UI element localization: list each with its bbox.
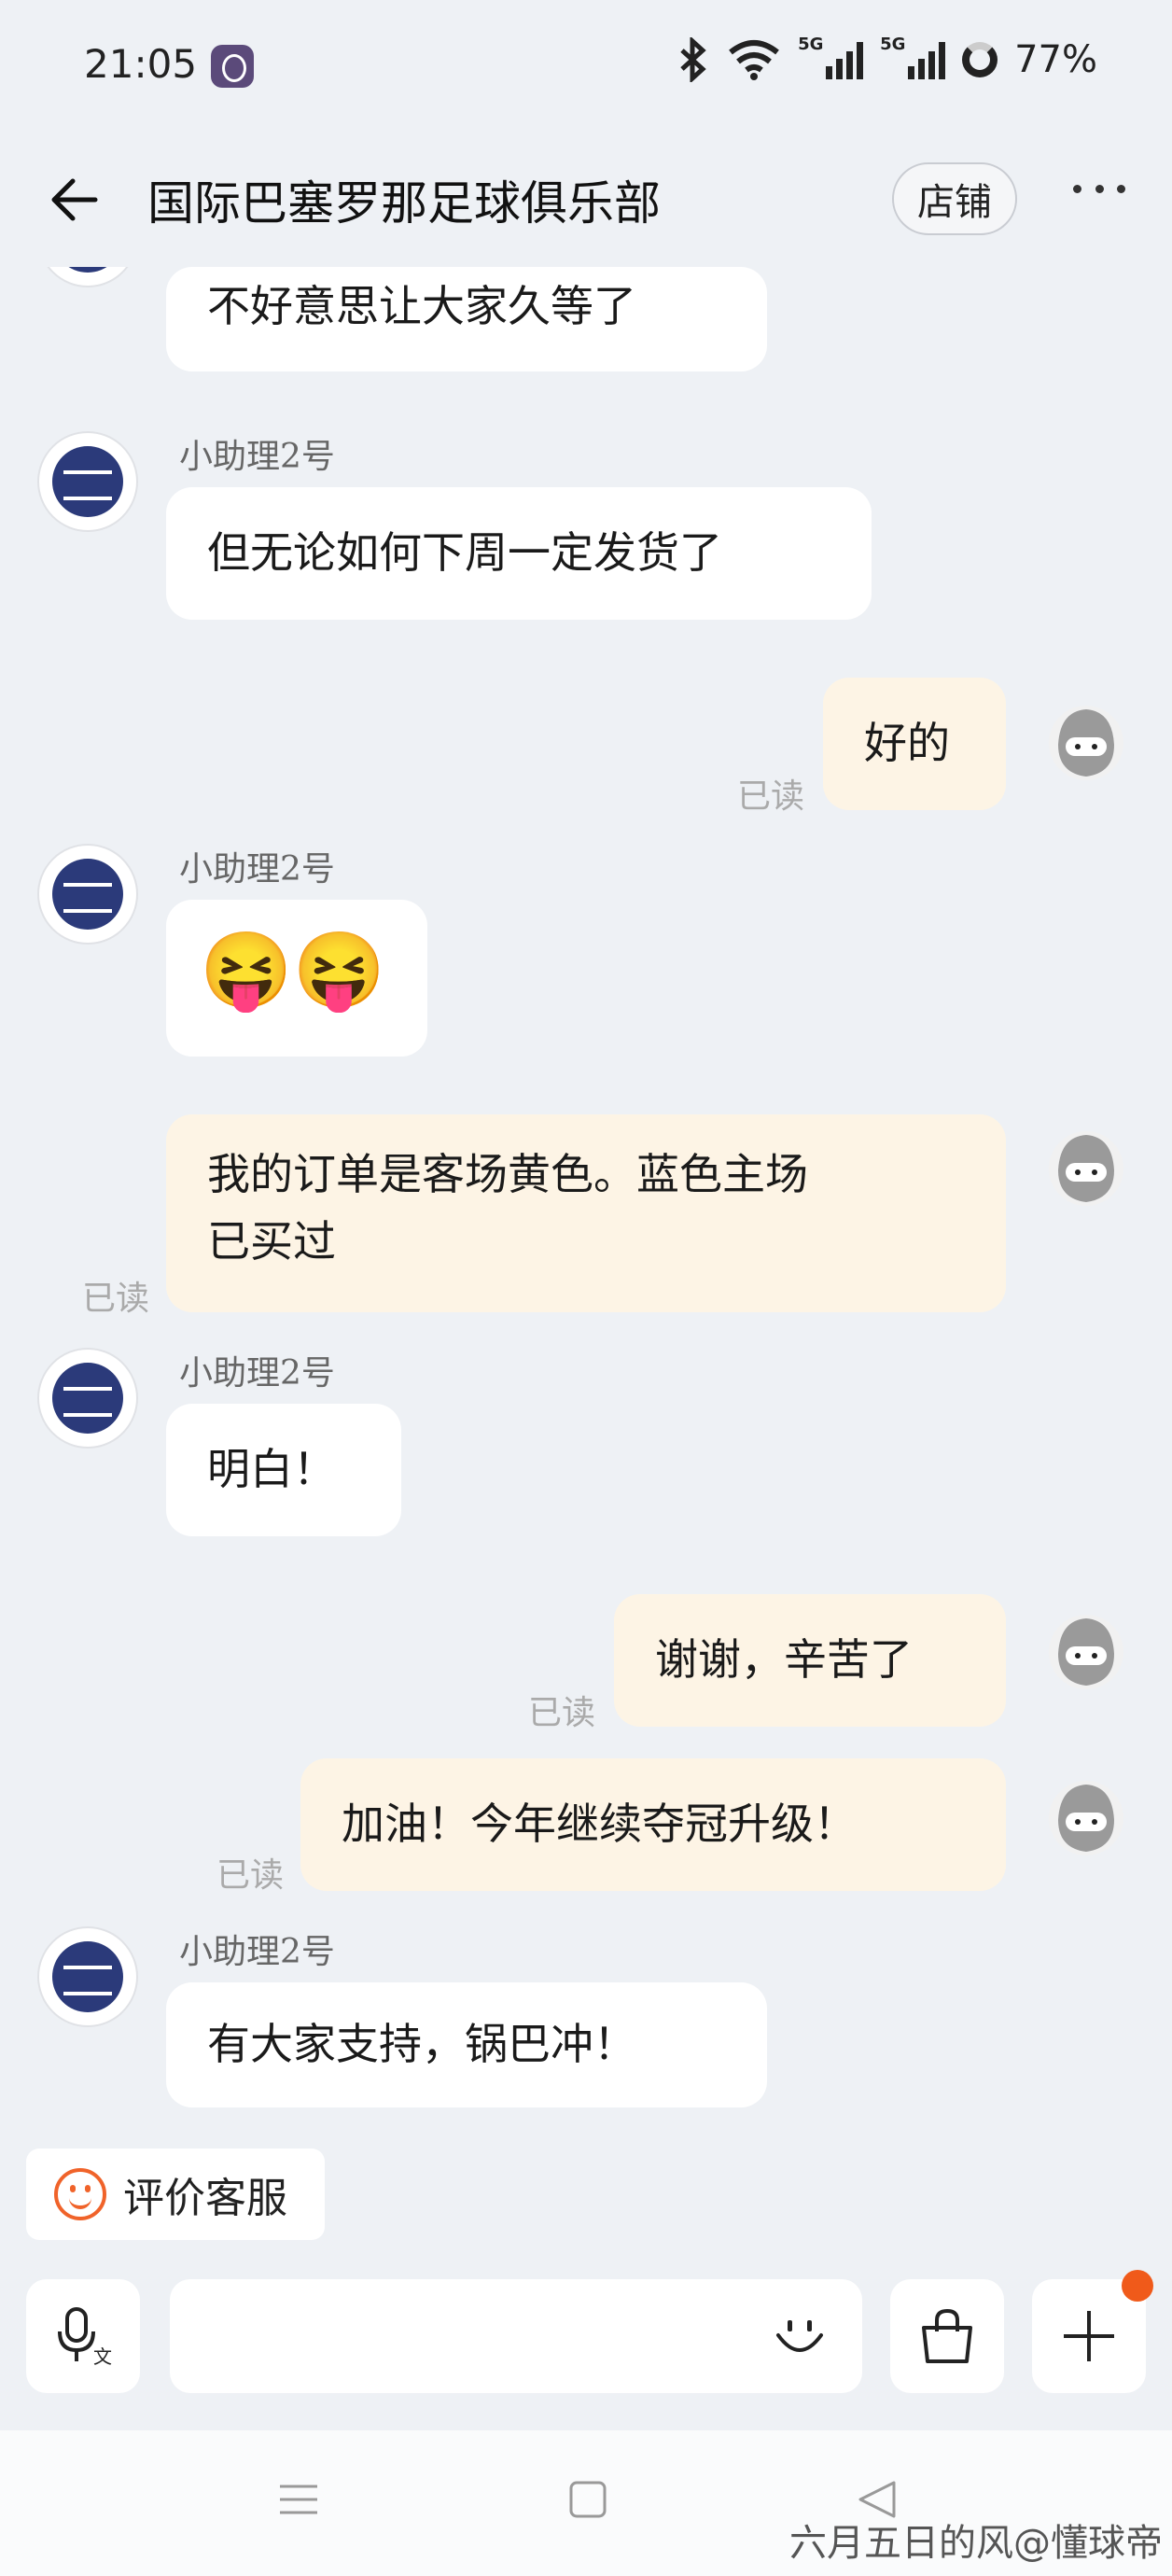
- battery-ring-icon: [962, 42, 998, 77]
- read-status: 已读: [82, 1280, 150, 1318]
- svg-text:文: 文: [93, 2345, 112, 2368]
- chat-header: 国际巴塞罗那足球俱乐部 店铺: [0, 140, 1172, 258]
- message-text: 但无论如何下周一定发货了: [207, 527, 722, 578]
- voice-input-button[interactable]: 文: [26, 2279, 140, 2393]
- read-status: 已读: [737, 777, 805, 816]
- message-text-line-2: 已买过: [207, 1216, 336, 1267]
- menu-icon[interactable]: [278, 2479, 319, 2520]
- message-text: 好的: [864, 718, 950, 768]
- message-bubble[interactable]: 但无论如何下周一定发货了: [166, 487, 872, 620]
- message-text-line-1: 我的订单是客场黄色。蓝色主场: [207, 1149, 808, 1199]
- watermark: 六月五日的风@懂球帝: [789, 2522, 1163, 2565]
- plus-icon: [1064, 2311, 1114, 2361]
- message-bubble[interactable]: 明白！: [166, 1404, 401, 1536]
- message-text: 谢谢，辛苦了: [655, 1634, 913, 1685]
- message-text: 有大家支持，锅巴冲！: [207, 2019, 636, 2069]
- message-bubble[interactable]: 有大家支持，锅巴冲！: [166, 1982, 767, 2107]
- shop-button[interactable]: 店铺: [892, 162, 1017, 235]
- shop-avatar[interactable]: [37, 844, 138, 945]
- emoji-icon[interactable]: [771, 2307, 829, 2365]
- products-button[interactable]: [890, 2279, 1004, 2393]
- read-status: 已读: [216, 1856, 285, 1895]
- more-options-icon[interactable]: [1073, 185, 1125, 200]
- shopping-bag-icon: [922, 2308, 972, 2363]
- user-avatar[interactable]: [1047, 704, 1125, 782]
- bluetooth-icon: [680, 37, 706, 82]
- app-notification-icon: [211, 45, 254, 88]
- status-icons: 5G 5G 77%: [677, 35, 1097, 82]
- message-bubble[interactable]: 不好意思让大家久等了: [166, 267, 767, 371]
- read-status: 已读: [528, 1694, 596, 1732]
- voice-to-text-icon: 文: [58, 2307, 112, 2368]
- smile-icon: [54, 2168, 106, 2220]
- user-avatar[interactable]: [1047, 1613, 1125, 1691]
- sender-name: 小助理2号: [179, 438, 335, 476]
- message-text: 明白！: [207, 1444, 336, 1494]
- rate-service-label: 评价客服: [123, 2175, 287, 2222]
- sender-name: 小助理2号: [179, 850, 335, 889]
- sender-name: 小助理2号: [179, 1354, 335, 1393]
- emoji-message: 😝😝: [200, 927, 386, 1014]
- message-input[interactable]: [170, 2279, 862, 2393]
- shop-avatar[interactable]: [37, 431, 138, 532]
- signal-5g-icon-2: 5G: [880, 35, 946, 79]
- system-navigation-bar: 六月五日的风@懂球帝: [0, 2430, 1172, 2576]
- user-avatar[interactable]: [1047, 1129, 1125, 1208]
- battery-level: 77%: [1014, 38, 1097, 81]
- sender-name: 小助理2号: [179, 1933, 335, 1971]
- signal-5g-icon-1: 5G: [798, 35, 864, 79]
- message-bubble[interactable]: 加油！今年继续夺冠升级！: [300, 1758, 1006, 1891]
- message-text: 加油！今年继续夺冠升级！: [342, 1799, 857, 1849]
- status-bar: 21:05 5G 5G 77%: [0, 0, 1172, 131]
- message-bubble[interactable]: 谢谢，辛苦了: [614, 1594, 1006, 1727]
- notification-dot: [1122, 2270, 1153, 2302]
- message-bubble[interactable]: 我的订单是客场黄色。蓝色主场 已买过: [166, 1114, 1006, 1312]
- more-actions-button[interactable]: [1032, 2270, 1153, 2393]
- shop-avatar[interactable]: [37, 1348, 138, 1449]
- message-bubble[interactable]: 😝😝: [166, 900, 427, 1057]
- message-bubble[interactable]: 好的: [823, 678, 1006, 810]
- user-avatar[interactable]: [1047, 1779, 1125, 1857]
- status-time: 21:05: [84, 41, 198, 87]
- back-arrow-icon[interactable]: [49, 172, 105, 228]
- chat-title: 国际巴塞罗那足球俱乐部: [147, 176, 661, 231]
- home-icon[interactable]: [567, 2479, 608, 2520]
- rate-service-button[interactable]: 评价客服: [26, 2149, 325, 2240]
- input-bar: 文: [0, 2262, 1172, 2412]
- shop-avatar[interactable]: [37, 1926, 138, 2027]
- message-text: 不好意思让大家久等了: [207, 281, 636, 331]
- wifi-icon: [729, 40, 779, 80]
